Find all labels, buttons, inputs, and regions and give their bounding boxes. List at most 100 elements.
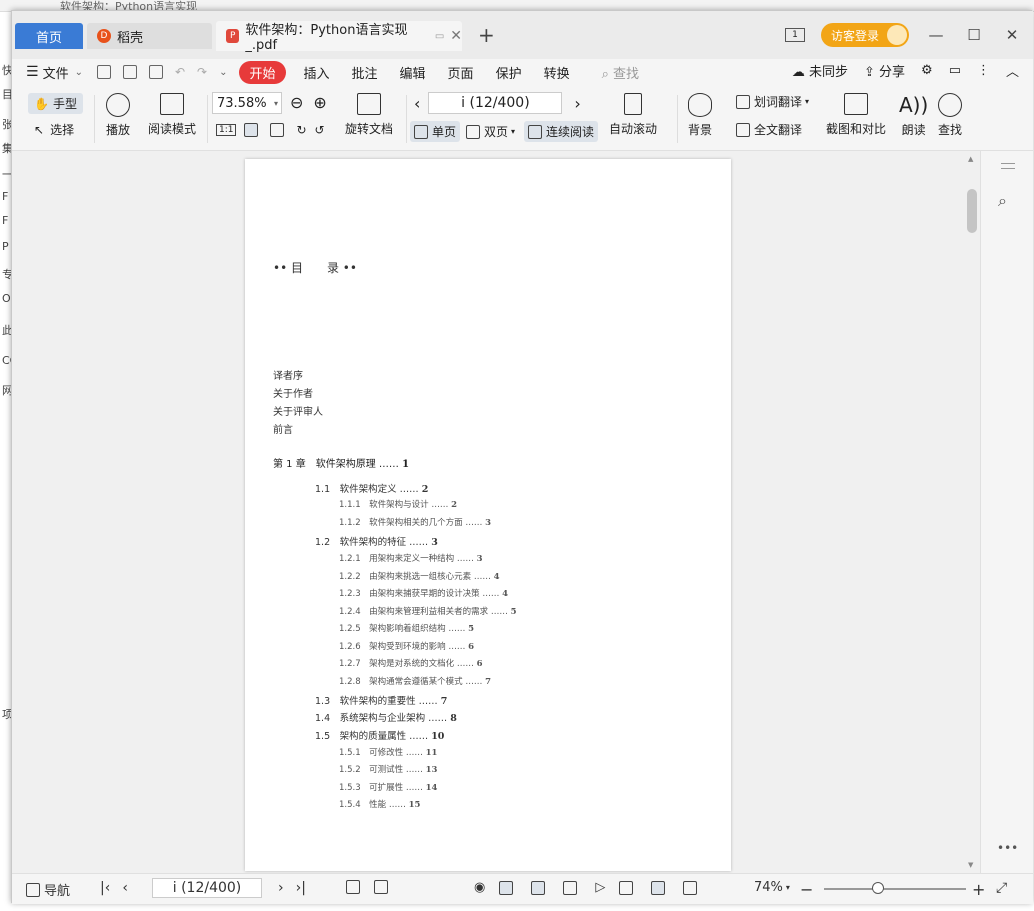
menu-bar: ☰ 文件 ⌄ ↶ ↷ ⌄ 开始 插入 批注 编辑 页面 保护 转换 ⌕ 查找 ☁… [12,59,1033,85]
continuous-icon[interactable] [499,880,514,895]
zoom-out-button[interactable]: − [800,880,813,899]
prev-page-icon[interactable]: ‹ [414,94,420,113]
comment-icon[interactable]: ▭ [949,63,961,78]
more-dropdown-icon[interactable]: ⌄ [219,67,227,78]
menu-edit[interactable]: 编辑 [400,63,426,82]
next-page-icon[interactable]: › [278,880,284,896]
back-icon[interactable] [346,880,360,894]
status-view-controls: ◉ ▷ [474,880,701,895]
panel-menu-icon[interactable] [1001,163,1015,169]
rotate-document-button[interactable]: 旋转文档 [345,93,393,137]
file-menu[interactable]: 文件 [43,63,69,82]
redo-icon[interactable]: ↷ [197,65,207,79]
minimize-button[interactable]: — [925,26,947,44]
settings-icon[interactable]: ⚙ [921,63,933,78]
zoom-slider[interactable] [824,882,966,894]
rotate-right-icon[interactable]: ↺ [315,123,325,137]
fit-width-icon[interactable] [683,880,698,895]
menu-convert[interactable]: 转换 [544,63,570,82]
continuous-read-button[interactable]: 连续阅读 [524,121,599,142]
page-count-icon[interactable]: 1 [784,28,805,42]
collapse-ribbon-icon[interactable]: ︿ [1006,61,1019,80]
fit-width-icon[interactable] [270,123,285,137]
menu-insert[interactable]: 插入 [304,63,330,82]
full-translate-button[interactable]: 全文翻译 [736,121,802,138]
close-window-button[interactable]: ✕ [1001,26,1023,44]
search-panel-icon[interactable]: ⌕ [998,191,1007,211]
single-page-icon[interactable] [531,880,546,895]
toc-entry: 1.5.3 可扩展性 …… 14 [339,783,438,793]
open-icon[interactable] [96,65,111,79]
play-icon [106,93,130,117]
background-button[interactable]: 背景 [688,93,712,138]
status-zoom-select[interactable]: 74% ▾ [754,880,790,895]
tab-document[interactable]: P 软件架构：Python语言实现_.pdf ▭ ✕ [216,21,462,53]
menu-comment[interactable]: 批注 [352,63,378,82]
chevron-down-icon: ▾ [273,98,278,108]
fit-page-icon[interactable] [244,123,259,137]
single-page-icon [414,124,428,139]
double-page-button[interactable]: 双页 ▾ [466,123,515,140]
more-icon[interactable]: ⋮ [977,63,990,78]
read-mode-button[interactable]: 阅读模式 [148,93,196,137]
toc-entry: 1.5.2 可测试性 …… 13 [339,765,438,775]
find-button[interactable]: 查找 [938,93,962,138]
hamburger-icon[interactable]: ☰ [26,64,39,80]
menu-protect[interactable]: 保护 [496,63,522,82]
share-button[interactable]: ⇪ 分享 [864,61,905,80]
maximize-button[interactable]: ☐ [963,26,985,44]
forward-icon[interactable] [374,880,388,894]
new-tab-button[interactable]: + [478,23,495,47]
zoom-in-button[interactable]: + [972,880,985,899]
nav-toggle[interactable]: 导航 [26,880,70,899]
undo-icon[interactable]: ↶ [175,65,185,79]
rotate-left-icon[interactable]: ↻ [296,123,306,137]
eye-icon[interactable]: ◉ [474,880,485,895]
select-tool-button[interactable]: ↖ 选择 [34,121,74,138]
zoom-in-icon[interactable]: ⊕ [313,93,326,112]
chevron-down-icon: ▾ [785,883,790,892]
next-page-icon[interactable]: › [574,94,580,113]
auto-scroll-button[interactable]: 自动滚动 [609,93,657,137]
scroll-down-icon[interactable]: ▼ [968,861,973,869]
tab-daoke[interactable]: D 稻壳 [87,23,212,49]
save-icon[interactable] [122,65,137,79]
zoom-select[interactable]: 73.58% ▾ [212,92,282,114]
menu-search[interactable]: ⌕ 查找 [602,63,639,82]
single-page-button[interactable]: 单页 [410,121,461,142]
prev-page-icon[interactable]: ‹ [122,880,128,896]
fit-page-icon[interactable] [651,880,666,895]
scrollbar-thumb[interactable] [967,189,977,233]
double-page-icon[interactable] [563,880,578,895]
visitor-login-button[interactable]: 访客登录 [820,23,909,47]
tab-home[interactable]: 首页 [15,23,83,49]
zoom-out-icon[interactable]: ⊖ [290,93,303,112]
play-button[interactable]: 播放 [106,93,130,138]
cloud-icon: ☁ [791,65,805,80]
menu-start[interactable]: 开始 [239,60,286,84]
word-translate-button[interactable]: 划词翻译 ▾ [736,93,809,110]
actual-size-icon[interactable] [619,880,634,895]
status-page-input[interactable]: i (12/400) [152,878,262,898]
last-page-icon[interactable]: ›| [296,880,306,896]
page-input[interactable]: i (12/400) [428,92,563,114]
read-aloud-button[interactable]: A)) 朗读 [899,93,928,138]
chevron-down-icon[interactable]: ⌄ [75,67,83,78]
unsynced-button[interactable]: ☁ 未同步 [792,61,848,80]
zoom-slider-handle[interactable] [872,882,884,894]
menu-page[interactable]: 页面 [448,63,474,82]
right-side-panel: ⌕ ••• [980,151,1033,873]
close-tab-icon[interactable]: ✕ [450,28,462,44]
toc-entry: 1.2.6 架构受到环境的影响 …… 6 [339,642,474,652]
actual-size-icon[interactable]: 1:1 [216,124,237,136]
screenshot-compare-button[interactable]: 截图和对比 [826,93,886,137]
document-viewport[interactable]: •• 目 录 •• 译者序 关于作者 关于评审人 前言第 1 章 软件架构原理 …… … [12,151,980,873]
more-icon[interactable]: ••• [997,841,1018,855]
fullscreen-icon[interactable]: ⤢ [996,880,1007,896]
print-icon[interactable] [148,65,163,79]
scroll-up-icon[interactable]: ▲ [968,155,973,163]
play-icon[interactable]: ▷ [595,880,605,895]
vertical-scrollbar[interactable]: ▲ ▼ [964,151,980,873]
first-page-icon[interactable]: |‹ [100,880,110,896]
hand-tool-button[interactable]: ✋ 手型 [28,93,83,114]
